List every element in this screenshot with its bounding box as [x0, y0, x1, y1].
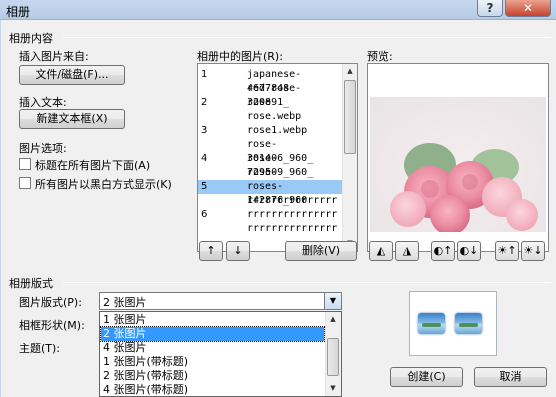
- contrast-up-icon[interactable]: ◐↑: [431, 241, 455, 261]
- album-layout-group-title: 相册版式: [9, 277, 53, 290]
- cancel-button[interactable]: 取消: [474, 367, 547, 387]
- create-button[interactable]: 创建(C): [390, 367, 463, 387]
- list-item-filename: rrrrrrrrrrrrrrr: [247, 195, 338, 206]
- list-item[interactable]: 4 rose-729509_960_: [198, 152, 343, 178]
- dropdown-scrollbar[interactable]: ▲ ▼: [325, 312, 341, 396]
- pictures-listbox[interactable]: 1 japanese-4677848 red-rose-320891_ 2 rose ro…: [197, 63, 358, 252]
- chevron-down-icon[interactable]: ▼: [324, 293, 341, 309]
- picture-layout-dropdown-list[interactable]: 1 张图片 2 张图片 4 张图片 1 张图片(带标题) 2 张图片(带标题) 4 张图片…: [99, 311, 342, 397]
- layout-thumb-picture-icon: [418, 313, 445, 334]
- picture-options-label: 图片选项:: [19, 142, 67, 155]
- new-textbox-button[interactable]: 新建文本框(X): [19, 109, 125, 129]
- list-item-number: 6: [201, 209, 208, 220]
- dropdown-option[interactable]: 1 张图片(带标题): [101, 355, 324, 369]
- list-item[interactable]: 6 rrrrrrrrrrrrrrr: [198, 208, 343, 222]
- list-item-filename: rrrrrrrrrrrrrrr: [247, 223, 338, 234]
- brightness-up-icon[interactable]: ☀↑: [495, 241, 519, 261]
- insert-picture-from-label: 插入图片来自:: [19, 50, 89, 63]
- list-item-filename: rose.webp: [247, 111, 302, 122]
- list-item[interactable]: rrrrrrrrrrrrrrr: [198, 194, 343, 208]
- rotate-left-icon[interactable]: ◭: [369, 241, 393, 261]
- dropdown-option[interactable]: 2 张图片(带标题): [101, 369, 324, 383]
- list-item-number: 1: [201, 69, 208, 80]
- group-separator: [63, 37, 551, 38]
- theme-label: 主题(T):: [19, 342, 61, 355]
- close-button[interactable]: ✕: [505, 0, 551, 17]
- layout-thumb-picture-icon: [455, 313, 482, 334]
- scroll-down-arrow-icon[interactable]: ▼: [326, 381, 340, 396]
- list-item-filename: rose: [247, 97, 272, 108]
- layout-separator: [63, 282, 551, 283]
- preview-pane: [367, 63, 549, 252]
- list-item-number: 5: [201, 181, 208, 192]
- dropdown-option[interactable]: 2 张图片: [100, 326, 325, 342]
- dropdown-option[interactable]: 1 张图片: [101, 313, 324, 327]
- layout-preview: [409, 291, 497, 356]
- window-title: 相册: [6, 5, 31, 19]
- preview-image: [370, 97, 546, 232]
- rotate-right-icon[interactable]: ◮: [395, 241, 419, 261]
- delete-button[interactable]: 删除(V): [285, 241, 357, 261]
- move-up-button[interactable]: ↑: [199, 241, 223, 261]
- list-item[interactable]: 2 rose: [198, 96, 343, 110]
- move-down-button[interactable]: ↓: [226, 241, 250, 261]
- list-item-filename: rose1.webp: [247, 125, 308, 136]
- list-item-filename: rrrrrrrrrrrrrrr: [247, 209, 338, 220]
- scroll-up-arrow-icon[interactable]: ▲: [343, 64, 357, 79]
- help-button[interactable]: ?: [477, 0, 503, 17]
- file-disk-button[interactable]: 文件/磁盘(F)...: [19, 65, 125, 85]
- list-item[interactable]: 3 rose1.webp: [198, 124, 343, 138]
- list-item[interactable]: rose-3802424_960: [198, 166, 343, 192]
- frame-shape-label: 相框形状(M):: [19, 319, 85, 332]
- list-item[interactable]: 1 japanese-4677848: [198, 68, 343, 94]
- caption-below-checkbox[interactable]: [19, 158, 31, 170]
- black-white-label[interactable]: 所有图片以黑白方式显示(K): [35, 176, 172, 192]
- black-white-checkbox[interactable]: [19, 177, 31, 189]
- list-item[interactable]: 5 roses-142876_960: [198, 180, 343, 206]
- preview-label: 预览:: [367, 50, 393, 63]
- list-item-number: 3: [201, 125, 208, 136]
- picture-layout-label: 图片版式(P):: [19, 296, 82, 309]
- pictures-in-album-label: 相册中的图片(R):: [197, 50, 283, 63]
- scroll-up-arrow-icon[interactable]: ▲: [326, 312, 340, 327]
- list-item[interactable]: red-rose-320891_: [198, 82, 343, 108]
- contrast-down-icon[interactable]: ◐↓: [457, 241, 481, 261]
- listbox-scrollbar[interactable]: ▲ ▼: [342, 64, 357, 251]
- scroll-thumb[interactable]: [327, 338, 339, 376]
- album-content-group-title: 相册内容: [9, 32, 53, 45]
- dialog-body: 相册内容 插入图片来自: 文件/磁盘(F)... 插入文本: 新建文本框(X) …: [0, 20, 556, 397]
- picture-layout-dropdown[interactable]: 2 张图片 ▼: [99, 292, 342, 310]
- list-item[interactable]: rose-301406_960_: [198, 138, 343, 164]
- picture-layout-value: 2 张图片: [103, 296, 147, 309]
- caption-below-label[interactable]: 标题在所有图片下面(A): [35, 157, 150, 173]
- list-item[interactable]: rose.webp: [198, 110, 343, 124]
- brightness-down-icon[interactable]: ☀↓: [521, 241, 545, 261]
- insert-text-label: 插入文本:: [19, 96, 67, 109]
- list-item-number: 2: [201, 97, 208, 108]
- dropdown-option[interactable]: 4 张图片(带标题): [101, 383, 324, 396]
- list-item[interactable]: rrrrrrrrrrrrrrr: [198, 222, 343, 236]
- dropdown-option[interactable]: 4 张图片: [101, 341, 324, 355]
- title-bar: 相册 ? ✕: [0, 0, 556, 20]
- list-item-number: 4: [201, 153, 208, 164]
- scroll-thumb[interactable]: [344, 80, 356, 154]
